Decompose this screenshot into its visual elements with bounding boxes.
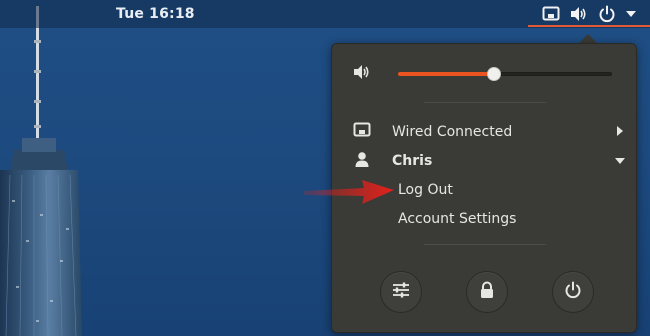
separator: [424, 102, 546, 103]
annotation-arrow: [304, 180, 394, 204]
wired-connection-label: Wired Connected: [392, 124, 513, 140]
account-settings-item[interactable]: Account Settings: [332, 208, 638, 230]
active-indicator: [528, 25, 650, 27]
user-icon: [354, 151, 370, 171]
settings-sliders-icon: [392, 282, 410, 302]
network-wired-icon[interactable]: [542, 6, 560, 22]
user-menu-item[interactable]: Chris: [332, 150, 638, 172]
user-name: Chris: [392, 153, 433, 169]
wired-connection-item[interactable]: Wired Connected: [332, 120, 638, 144]
lock-icon: [479, 281, 495, 303]
system-tray[interactable]: [542, 3, 636, 25]
lock-button[interactable]: [466, 271, 508, 313]
volume-icon: [353, 64, 371, 84]
volume-icon[interactable]: [570, 6, 588, 22]
volume-slider-knob[interactable]: [487, 67, 501, 81]
account-settings-label: Account Settings: [398, 211, 517, 227]
separator: [424, 244, 546, 245]
desktop-wallpaper-tower: [0, 6, 82, 336]
volume-slider[interactable]: [398, 66, 612, 82]
power-icon[interactable]: [598, 5, 616, 23]
volume-slider-fill: [398, 72, 494, 76]
power-icon: [564, 281, 582, 303]
menu-chevron-down-icon[interactable]: [626, 10, 636, 18]
chevron-right-icon: [616, 124, 624, 140]
top-panel: Tue 16:18: [0, 0, 650, 28]
chevron-down-icon: [615, 153, 625, 169]
clock[interactable]: Tue 16:18: [116, 6, 195, 22]
network-wired-icon: [353, 122, 371, 142]
volume-row: [332, 62, 638, 86]
power-off-button[interactable]: [552, 271, 594, 313]
settings-button[interactable]: [380, 271, 422, 313]
